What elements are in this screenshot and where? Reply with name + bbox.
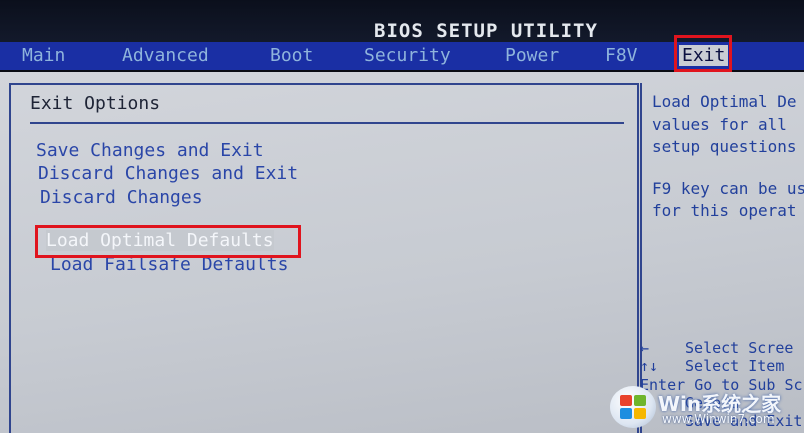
option-save-changes-exit[interactable]: Save Changes and Exit	[36, 140, 264, 161]
menu-power[interactable]: Power	[505, 45, 559, 66]
key-hint-row: ← Select Scree	[640, 339, 793, 357]
left-arrow-icon: ←	[640, 339, 650, 357]
watermark: Win系统之家 www.Winwin7.com	[610, 380, 804, 433]
help-text-line: values for all	[652, 115, 787, 134]
menu-advanced[interactable]: Advanced	[122, 45, 209, 66]
key-hint-row: ↑↓ Select Item	[640, 357, 784, 375]
help-text-line: for this operat	[652, 201, 797, 220]
section-divider	[30, 122, 624, 124]
option-discard-changes-exit[interactable]: Discard Changes and Exit	[38, 163, 298, 184]
menu-security[interactable]: Security	[364, 45, 451, 66]
bios-screen: BIOS SETUP UTILITY Main Advanced Boot Se…	[0, 0, 804, 433]
help-text-line: F9 key can be us	[652, 179, 804, 198]
menu-boot[interactable]: Boot	[270, 45, 313, 66]
load-optimal-highlight-box	[35, 225, 301, 258]
help-text-line: setup questions	[652, 137, 797, 156]
bios-title: BIOS SETUP UTILITY	[374, 20, 598, 42]
section-title: Exit Options	[30, 93, 161, 114]
up-down-arrow-icon: ↑↓	[640, 357, 659, 375]
option-discard-changes[interactable]: Discard Changes	[40, 187, 203, 208]
windows-logo-icon	[610, 386, 656, 428]
menu-f8v[interactable]: F8V	[605, 45, 638, 66]
exit-tab-highlight-box	[674, 35, 732, 72]
help-text-line: Load Optimal De	[652, 92, 797, 111]
watermark-url: www.Winwin7.com	[662, 412, 775, 426]
key-hint-desc: Select Item	[685, 357, 785, 375]
menu-main[interactable]: Main	[22, 45, 65, 66]
key-hint-desc: Select Scree	[685, 339, 794, 357]
